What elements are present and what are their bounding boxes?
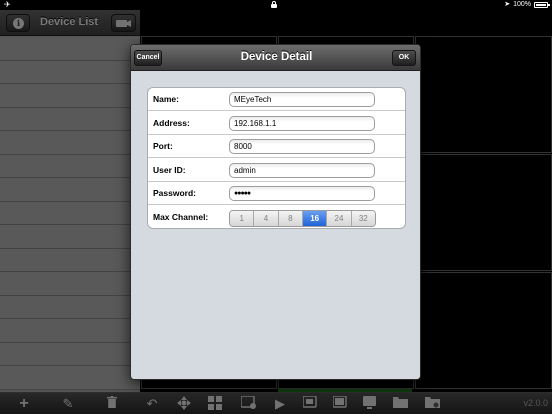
channel-option-8[interactable]: 8 (278, 210, 303, 226)
form-row-port: Port: 8000 (148, 135, 405, 158)
channel-option-1[interactable]: 1 (230, 210, 255, 226)
user-id-field[interactable]: admin (229, 162, 375, 178)
status-bar: ✈ ➤ 100% (0, 0, 552, 10)
form-row-max-channel: Max Channel: 1 4 8 16 24 32 (148, 206, 405, 229)
name-label: Name: (153, 94, 179, 104)
max-channel-label: Max Channel: (153, 211, 209, 222)
location-icon: ➤ (504, 1, 511, 8)
form-row-address: Address: 192.168.1.1 (148, 112, 405, 135)
form-row-user-id: User ID: admin (148, 159, 405, 182)
orientation-lock-icon (271, 1, 277, 8)
airplane-mode-icon: ✈ (4, 0, 11, 9)
channel-option-32[interactable]: 32 (351, 210, 375, 226)
device-detail-modal: Cancel Device Detail OK Name: MEyeTech A… (130, 44, 421, 380)
password-field[interactable]: ●●●●● (229, 186, 375, 201)
channel-option-4[interactable]: 4 (254, 210, 279, 226)
modal-header: Cancel Device Detail OK (131, 45, 420, 71)
battery-icon (534, 2, 550, 8)
port-field[interactable]: 8000 (229, 139, 375, 154)
user-id-label: User ID: (153, 164, 186, 175)
name-field[interactable]: MEyeTech (229, 92, 375, 107)
channel-option-24[interactable]: 24 (327, 210, 352, 226)
ok-button[interactable]: OK (392, 50, 416, 66)
max-channel-selector: 1 4 8 16 24 32 (229, 209, 376, 227)
channel-option-16[interactable]: 16 (302, 210, 328, 226)
address-field[interactable]: 192.168.1.1 (229, 115, 375, 131)
form-row-password: Password: ●●●●● (148, 182, 405, 205)
port-label: Port: (153, 141, 173, 151)
modal-title: Device Detail (240, 51, 313, 63)
app-root: ✈ ➤ 100% i Device List + ✎ ↶ ▶ v2.0.0 Ca… (0, 0, 552, 414)
device-form: Name: MEyeTech Address: 192.168.1.1 Port… (147, 87, 406, 229)
form-row-name: Name: MEyeTech (148, 88, 405, 111)
address-label: Address: (153, 117, 190, 128)
battery-percent: 100% (513, 1, 531, 8)
password-label: Password: (153, 188, 196, 198)
status-right: ➤ 100% (504, 0, 550, 10)
